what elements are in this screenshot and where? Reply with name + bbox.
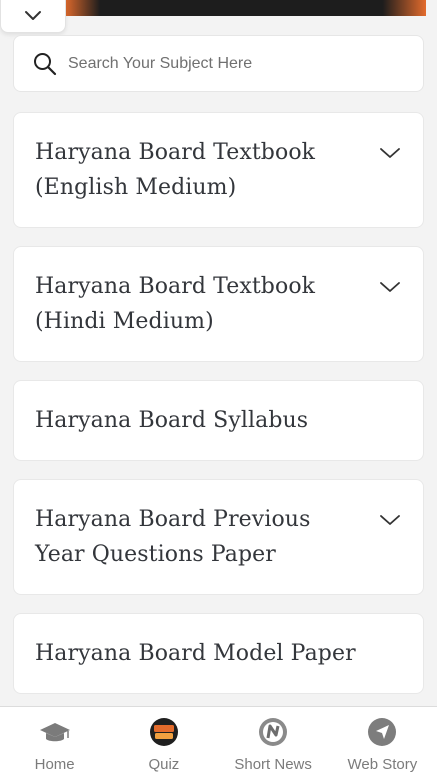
nav-label: Short News <box>234 756 312 773</box>
graduation-cap-icon <box>39 716 71 748</box>
accordion-item-hindi-medium[interactable]: Haryana Board Textbook (Hindi Medium) <box>13 246 424 362</box>
link-item-label: Haryana Board Syllabus <box>35 408 309 433</box>
nav-item-home[interactable]: Home <box>0 707 109 781</box>
accordion-item-previous-year-papers[interactable]: Haryana Board Previous Year Questions Pa… <box>13 479 424 595</box>
link-item-label: Haryana Board Model Paper <box>35 641 356 666</box>
link-item-syllabus[interactable]: Haryana Board Syllabus <box>13 380 424 461</box>
nav-item-short-news[interactable]: Short News <box>219 707 328 781</box>
nav-label: Web Story <box>347 756 418 773</box>
chevron-down-icon[interactable] <box>379 513 401 527</box>
search-bar[interactable] <box>13 35 424 92</box>
accordion-item-label: Haryana Board Textbook (English Medium) <box>35 140 316 200</box>
chevron-down-icon[interactable] <box>379 146 401 160</box>
quiz-time-icon <box>148 716 180 748</box>
accordion-item-english-medium[interactable]: Haryana Board Textbook (English Medium) <box>13 112 424 228</box>
top-banner-image <box>64 0 426 16</box>
nav-item-quiz[interactable]: Quiz <box>109 707 218 781</box>
chevron-down-icon[interactable] <box>379 280 401 294</box>
news-n-icon <box>257 716 289 748</box>
link-item-model-paper[interactable]: Haryana Board Model Paper <box>13 613 424 694</box>
collapse-toggle-button[interactable] <box>0 0 66 33</box>
search-input[interactable] <box>66 53 390 74</box>
bottom-navigation: Home Quiz Short News Web Story <box>0 706 437 781</box>
accordion-item-label: Haryana Board Previous Year Questions Pa… <box>35 507 311 567</box>
nav-label: Quiz <box>148 756 180 773</box>
navigation-arrow-icon <box>366 716 398 748</box>
nav-label: Home <box>34 756 75 773</box>
search-icon <box>32 51 58 77</box>
nav-item-web-story[interactable]: Web Story <box>328 707 437 781</box>
accordion-item-label: Haryana Board Textbook (Hindi Medium) <box>35 274 316 334</box>
chevron-down-icon <box>25 11 41 20</box>
